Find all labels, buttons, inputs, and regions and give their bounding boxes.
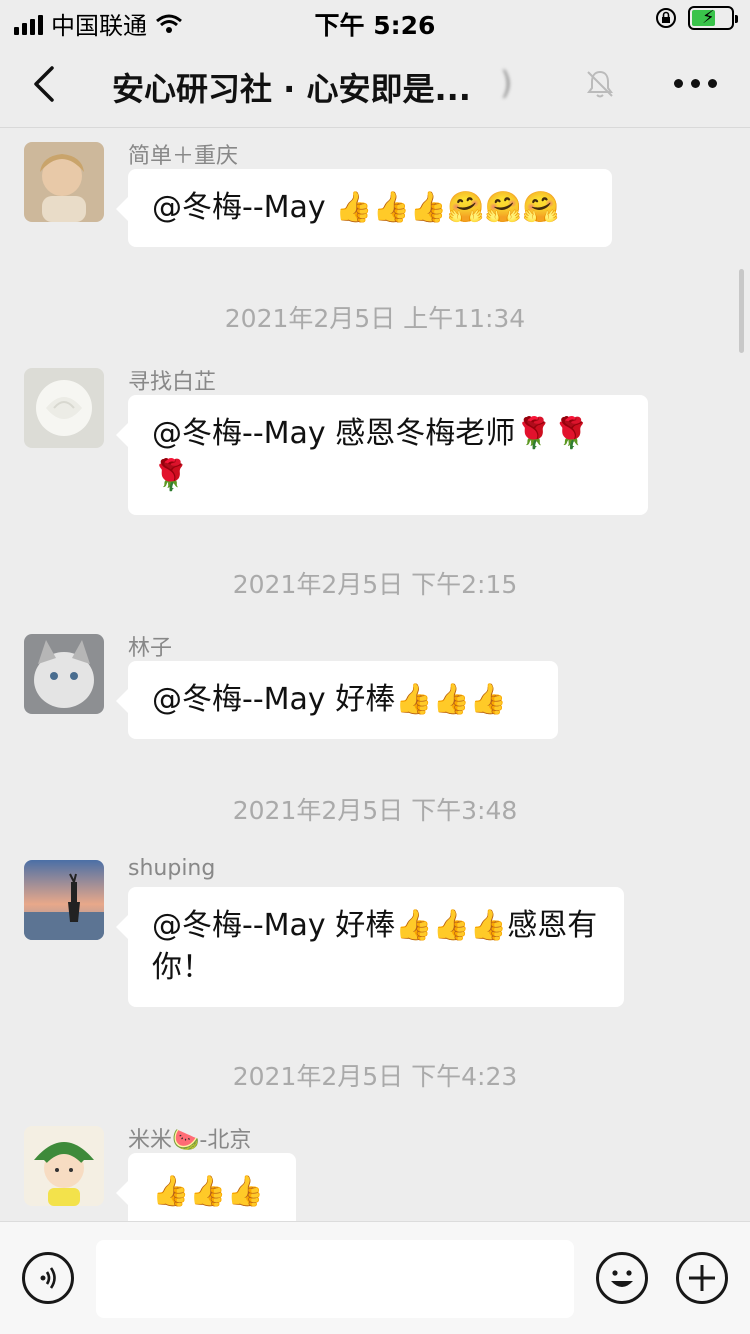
- sender-name: shuping: [128, 856, 216, 881]
- timestamp: 2021年2月5日 下午2:15: [232, 570, 518, 599]
- timestamp: 2021年2月5日 上午11:34: [224, 304, 526, 333]
- more-options-icon[interactable]: [674, 68, 720, 98]
- message-bubble[interactable]: @冬梅--May 好棒👍👍👍: [116, 661, 558, 739]
- input-bar: [0, 1221, 750, 1334]
- message-bubble[interactable]: @冬梅--May 好棒👍👍👍感恩有你！: [116, 887, 624, 1007]
- chat-title-suffix: ): [500, 64, 513, 102]
- chat-list[interactable]: 简单＋重庆 @冬梅--May 👍👍👍🤗🤗🤗 2021年2月5日 上午11:34 …: [0, 129, 750, 1221]
- status-time: 下午 5:26: [314, 11, 436, 40]
- mute-icon: [587, 70, 613, 98]
- battery-icon: ⚡: [688, 6, 738, 30]
- status-right: ⚡: [654, 6, 738, 30]
- voice-input-button[interactable]: [22, 1252, 74, 1304]
- avatar[interactable]: [24, 1126, 104, 1206]
- timestamp: 2021年2月5日 下午4:23: [232, 1062, 518, 1091]
- message-bubble[interactable]: @冬梅--May 👍👍👍🤗🤗🤗: [116, 169, 612, 247]
- nav-bar: 安心研习社 · 心安即是... ): [0, 40, 750, 128]
- plus-icon: [689, 1265, 715, 1291]
- sender-name: 简单＋重庆: [128, 144, 239, 169]
- timestamp: 2021年2月5日 下午3:48: [232, 796, 518, 825]
- chat-title: 安心研习社 · 心安即是...: [112, 70, 471, 108]
- orientation-lock-icon: [656, 8, 676, 28]
- avatar[interactable]: [24, 142, 104, 222]
- status-bar: 中国联通 下午 5:26 ⚡: [0, 0, 750, 40]
- sender-name: 米米🍉-北京: [128, 1128, 252, 1153]
- message-bubble[interactable]: 👍👍👍: [116, 1153, 296, 1221]
- message-input[interactable]: [96, 1240, 574, 1318]
- more-functions-button[interactable]: [676, 1252, 728, 1304]
- emoji-button[interactable]: [596, 1252, 648, 1304]
- sender-name: 林子: [128, 636, 173, 661]
- message-bubble[interactable]: @冬梅--May 感恩冬梅老师🌹🌹🌹: [116, 395, 648, 515]
- chat-screen: 中国联通 下午 5:26 ⚡ 安心研习社 · 心安即是...) 简单＋重庆 @…: [0, 0, 750, 1334]
- avatar[interactable]: [24, 368, 104, 448]
- avatar[interactable]: [24, 634, 104, 714]
- smiley-icon: [611, 1270, 633, 1287]
- sender-name: 寻找白芷: [128, 370, 217, 395]
- voice-icon: [40, 1267, 56, 1289]
- avatar[interactable]: [24, 860, 104, 940]
- back-icon[interactable]: [26, 62, 66, 106]
